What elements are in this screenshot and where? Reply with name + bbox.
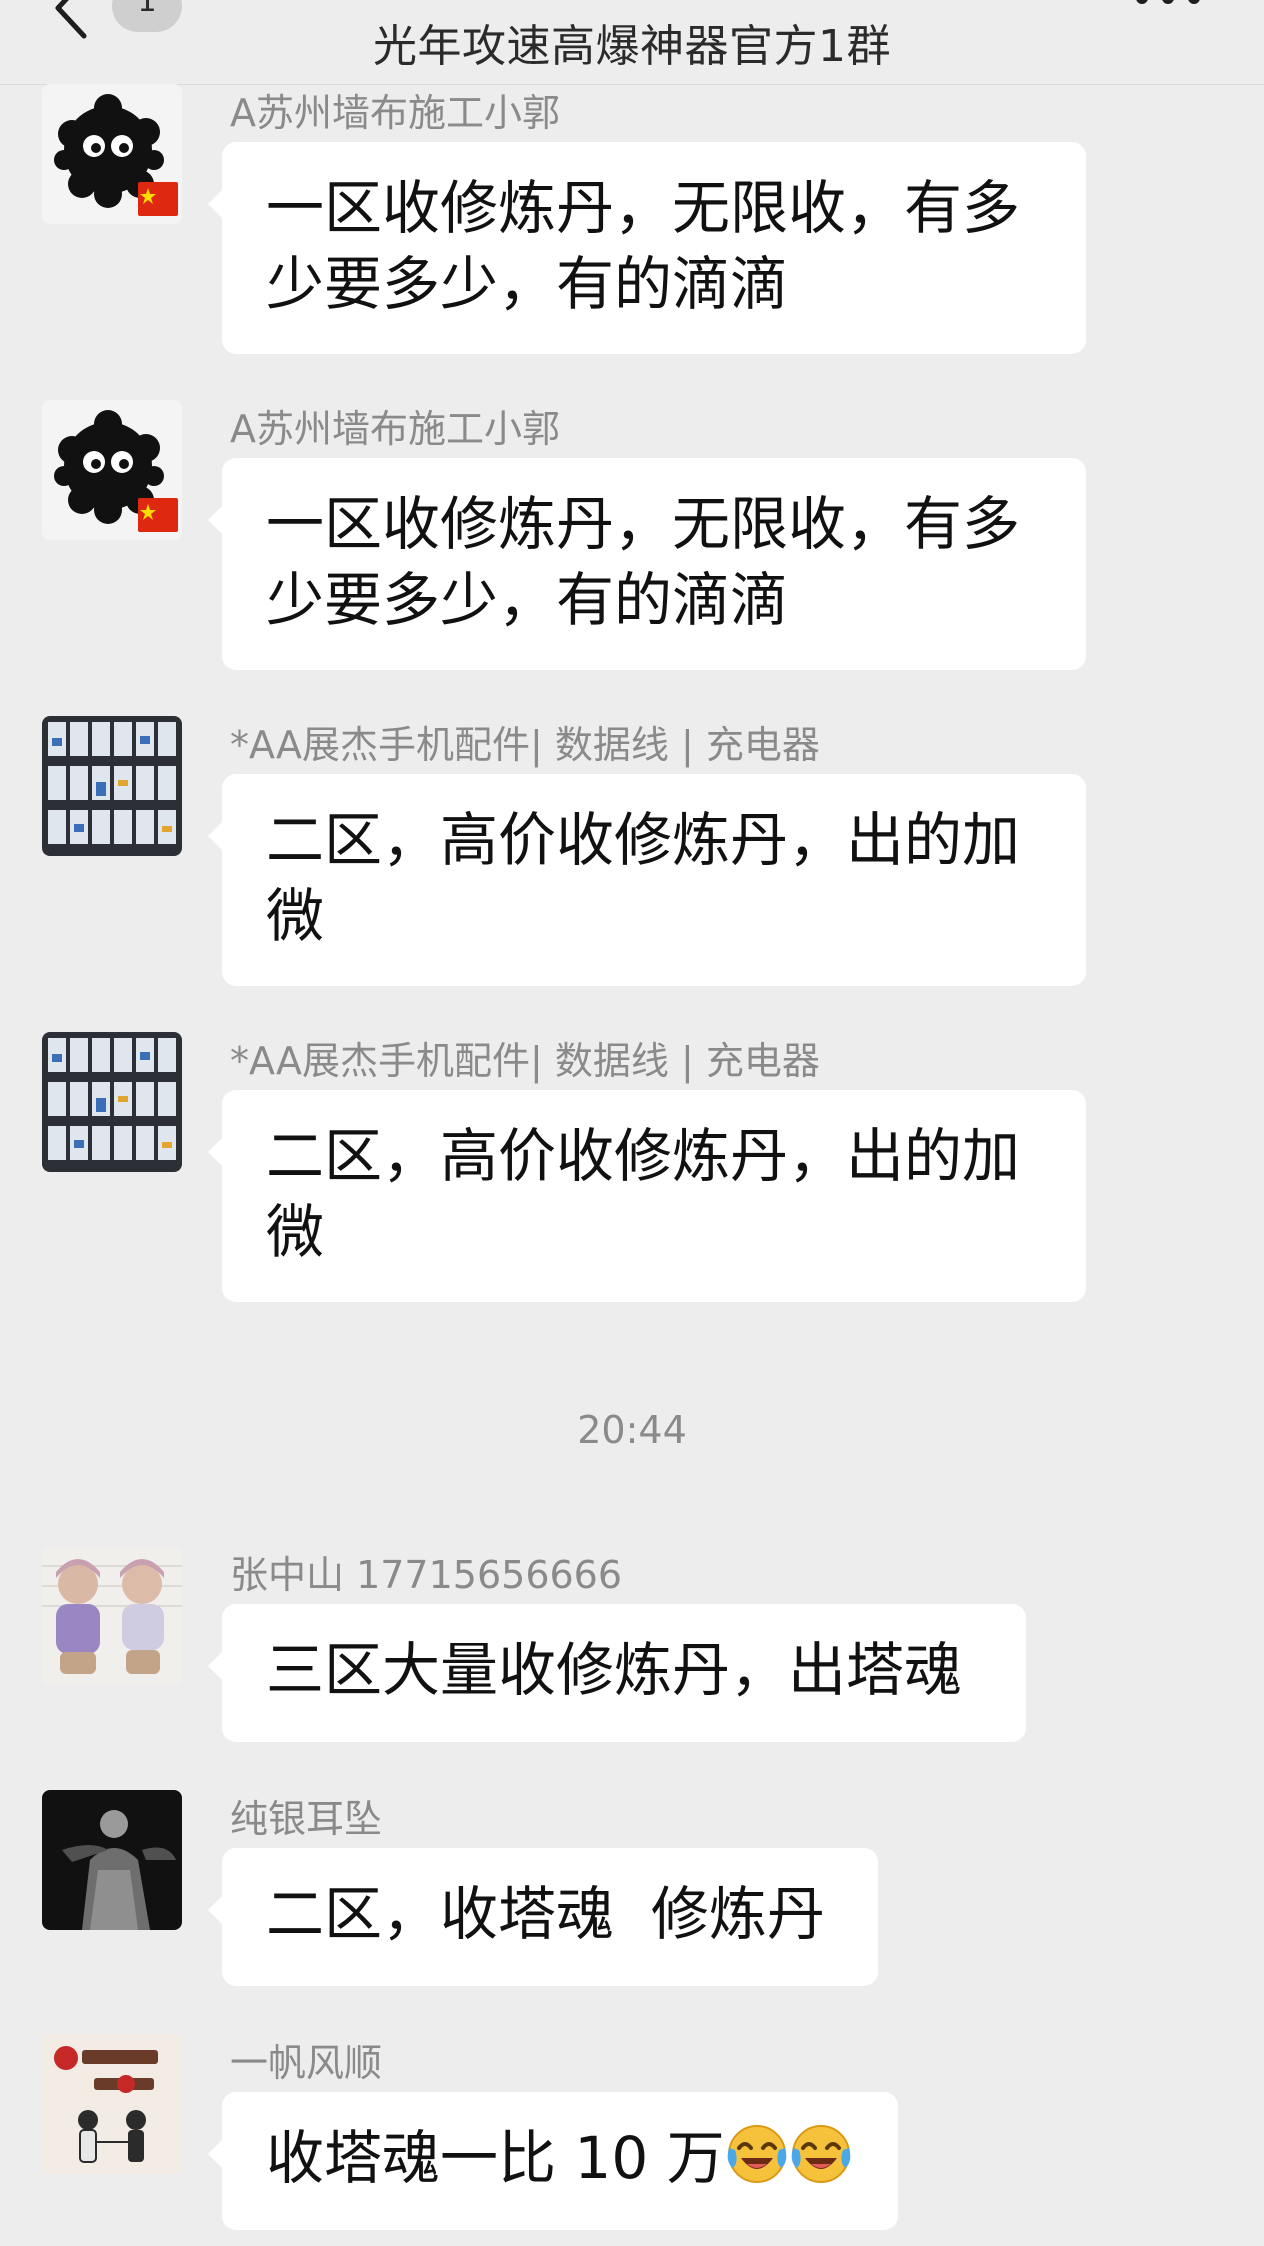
avatar[interactable] <box>42 1790 182 1930</box>
message-text-line: 少要多少，有的滴滴 <box>266 566 789 634</box>
fuzzball-avatar-icon <box>42 84 182 224</box>
sender-name: 一帆风顺 <box>230 2041 383 2085</box>
message-bubble[interactable]: 二区，高价收修炼丹，出的加 微 <box>208 774 1086 986</box>
babies-avatar-icon <box>42 1546 182 1686</box>
avatar[interactable] <box>42 84 182 224</box>
message-text-line: 二区，高价收修炼丹，出的加 <box>266 806 1021 874</box>
message-bubble[interactable]: 二区，高价收修炼丹，出的加 微 <box>208 1090 1086 1302</box>
couple-avatar-icon <box>42 2034 182 2174</box>
chat-header: 1 光年攻速高爆神器官方1群 <box>0 0 1264 85</box>
more-dots-icon <box>1136 0 1148 4</box>
message-bubble[interactable]: 一区收修炼丹，无限收，有多 少要多少，有的滴滴 <box>208 142 1086 354</box>
back-button[interactable] <box>44 0 104 40</box>
unread-count: 1 <box>137 0 157 19</box>
sender-name: 纯银耳坠 <box>230 1797 383 1841</box>
message-text-line: 二区，高价收修炼丹，出的加 <box>266 1122 1021 1190</box>
unread-count-badge[interactable]: 1 <box>112 0 182 32</box>
message-bubble[interactable]: 收塔魂一比 10 万 <box>208 2092 898 2230</box>
more-button[interactable] <box>1136 0 1206 12</box>
message-text: 三区大量收修炼丹，出塔魂 <box>266 1636 963 1704</box>
fuzzball-avatar-icon <box>42 400 182 540</box>
shelf-avatar-icon <box>42 716 182 856</box>
message-text: 二区，收塔魂 修炼丹 <box>266 1880 825 1948</box>
message-bubble[interactable]: 三区大量收修炼丹，出塔魂 <box>208 1604 1026 1742</box>
sender-name: 张中山 17715656666 <box>230 1553 623 1597</box>
time-divider: 20:44 <box>577 1408 687 1452</box>
avatar[interactable] <box>42 1546 182 1686</box>
message-text-line: 微 <box>266 1198 325 1266</box>
warrior-avatar-icon <box>42 1790 182 1930</box>
message-text-line: 微 <box>266 882 325 950</box>
shelf-avatar-icon <box>42 1032 182 1172</box>
sender-name: A苏州墙布施工小郭 <box>230 407 560 451</box>
crying-laughing-emoji-icon <box>791 2125 851 2183</box>
message-text: 收塔魂一比 10 万 <box>266 2124 725 2192</box>
avatar[interactable] <box>42 2034 182 2174</box>
chat-screen: 1 光年攻速高爆神器官方1群 A苏州墙布施工小郭 一区收修炼丹，无限收，有多 少… <box>0 0 1264 2246</box>
avatar[interactable] <box>42 400 182 540</box>
sender-name: A苏州墙布施工小郭 <box>230 91 560 135</box>
chevron-left-icon <box>55 0 87 39</box>
message-text-line: 一区收修炼丹，无限收，有多 <box>266 490 1021 558</box>
message-bubble[interactable]: 一区收修炼丹，无限收，有多 少要多少，有的滴滴 <box>208 458 1086 670</box>
message-text-line: 少要多少，有的滴滴 <box>266 250 789 318</box>
avatar[interactable] <box>42 1032 182 1172</box>
crying-laughing-emoji-icon <box>727 2125 787 2183</box>
message-bubble[interactable]: 二区，收塔魂 修炼丹 <box>208 1848 878 1986</box>
chat-title: 光年攻速高爆神器官方1群 <box>373 21 891 72</box>
sender-name: *AA展杰手机配件| 数据线 | 充电器 <box>230 723 820 767</box>
avatar[interactable] <box>42 716 182 856</box>
message-text-line: 一区收修炼丹，无限收，有多 <box>266 174 1021 242</box>
sender-name: *AA展杰手机配件| 数据线 | 充电器 <box>230 1039 820 1083</box>
